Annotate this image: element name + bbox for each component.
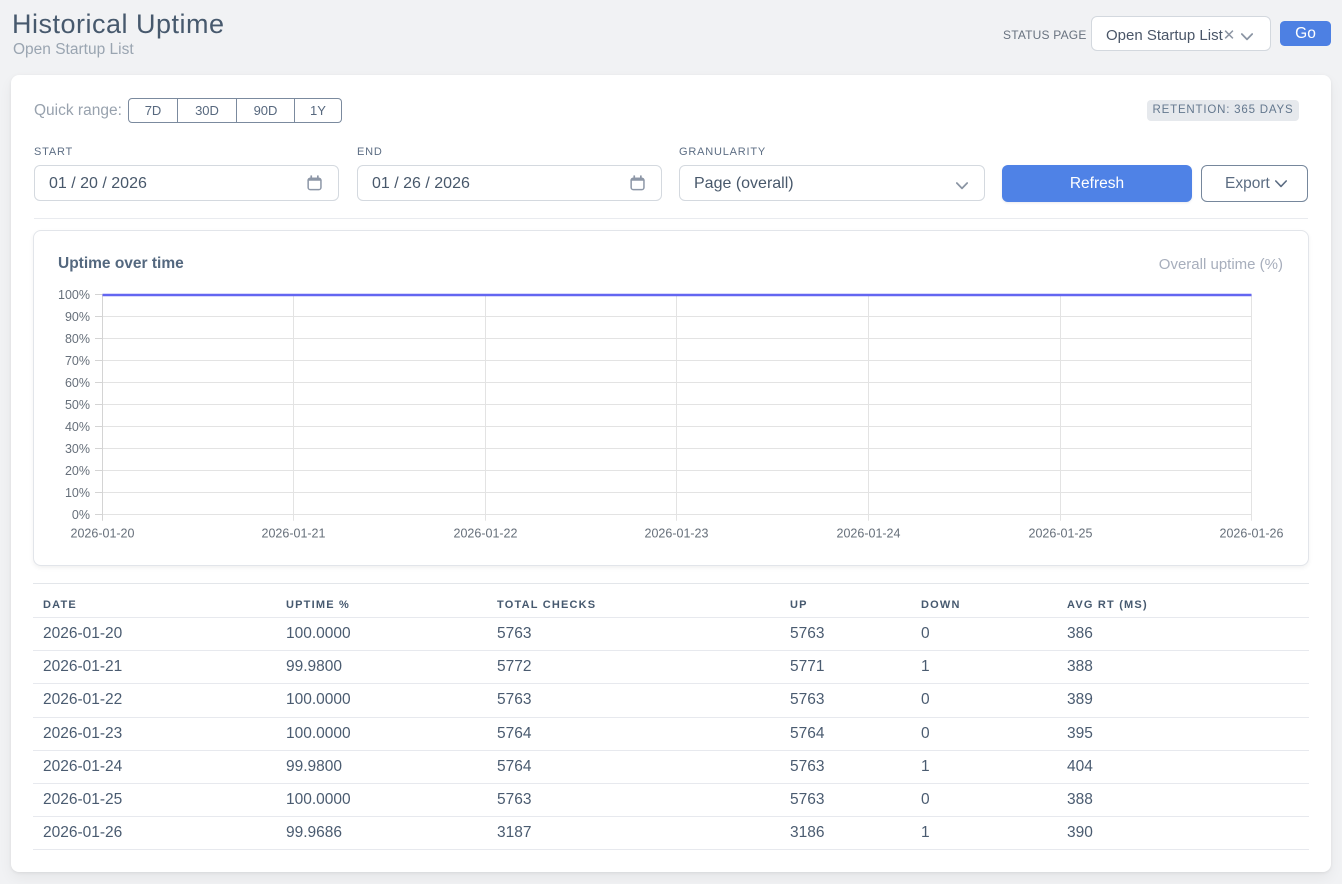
svg-text:40%: 40%	[65, 420, 90, 434]
svg-text:80%: 80%	[65, 332, 90, 346]
svg-text:70%: 70%	[65, 354, 90, 368]
svg-text:60%: 60%	[65, 376, 90, 390]
svg-text:2026-01-20: 2026-01-20	[71, 526, 135, 540]
svg-text:50%: 50%	[65, 398, 90, 412]
svg-text:2026-01-23: 2026-01-23	[645, 526, 709, 540]
svg-text:20%: 20%	[65, 464, 90, 478]
svg-text:30%: 30%	[65, 442, 90, 456]
svg-text:2026-01-22: 2026-01-22	[454, 526, 518, 540]
svg-text:90%: 90%	[65, 310, 90, 324]
svg-text:2026-01-21: 2026-01-21	[262, 526, 326, 540]
svg-text:100%: 100%	[58, 288, 90, 302]
svg-text:2026-01-25: 2026-01-25	[1029, 526, 1093, 540]
svg-text:2026-01-26: 2026-01-26	[1220, 526, 1284, 540]
svg-text:10%: 10%	[65, 486, 90, 500]
svg-text:2026-01-24: 2026-01-24	[837, 526, 901, 540]
svg-text:0%: 0%	[72, 508, 90, 522]
